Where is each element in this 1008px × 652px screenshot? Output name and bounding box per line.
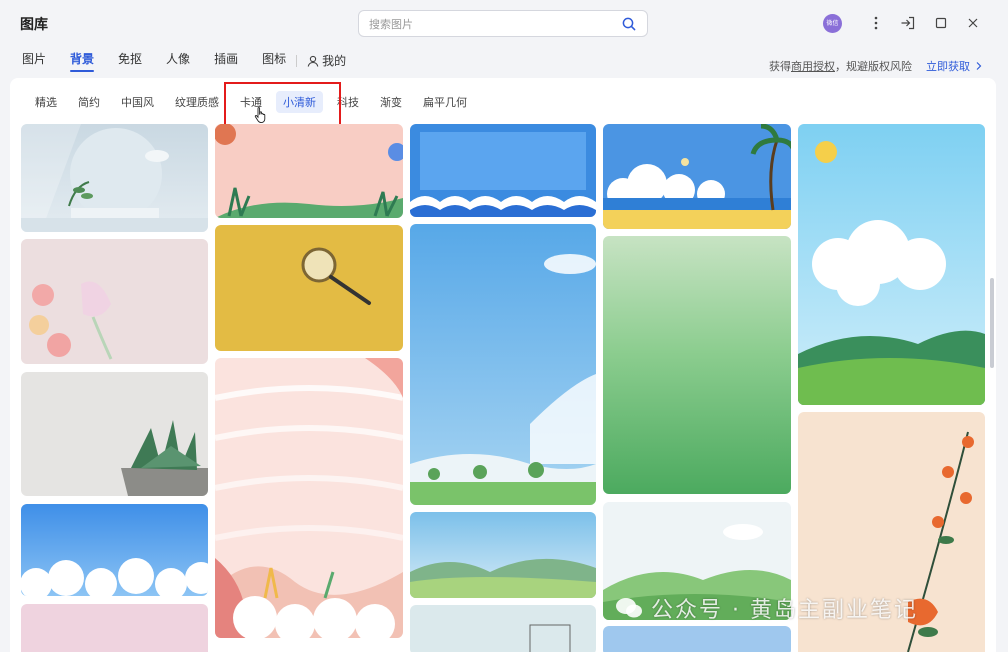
license-suffix: ，规避版权风险 [835, 60, 912, 73]
category-texture[interactable]: 纹理质感 [168, 91, 226, 113]
content-panel: 精选 简约 中国风 纹理质感 卡通 小清新 科技 渐变 扁平几何 [10, 78, 996, 652]
avatar[interactable]: 微信 [823, 14, 842, 33]
license-link[interactable]: 商用授权 [791, 58, 835, 74]
title-bar: 图库 微信 [0, 0, 1008, 46]
background-thumbnail[interactable] [21, 124, 208, 232]
sign-in-icon [901, 16, 915, 30]
background-thumbnail[interactable] [798, 124, 985, 405]
close-button[interactable] [963, 13, 983, 33]
tab-cutouts[interactable]: 免抠 [118, 50, 142, 72]
search-icon[interactable] [621, 16, 637, 32]
get-license-label: 立即获取 [926, 60, 970, 73]
search-input[interactable] [369, 15, 609, 33]
maximize-icon [935, 17, 947, 29]
license-prefix: 获得 [769, 60, 791, 73]
watermark: 公众号 · 黄岛主副业笔记 [615, 592, 918, 624]
search-box[interactable] [358, 10, 648, 37]
close-icon [968, 18, 978, 28]
tab-portraits[interactable]: 人像 [166, 50, 190, 72]
tab-divider [296, 55, 298, 67]
category-featured[interactable]: 精选 [28, 91, 64, 113]
background-thumbnail[interactable] [410, 224, 596, 505]
category-gradient[interactable]: 渐变 [373, 91, 409, 113]
chevron-right-icon [976, 62, 982, 70]
hand-cursor-icon [254, 107, 266, 124]
wechat-icon [616, 598, 642, 618]
background-thumbnail[interactable] [21, 604, 208, 652]
category-flat-geometry[interactable]: 扁平几何 [416, 91, 474, 113]
app-title: 图库 [20, 17, 48, 33]
background-thumbnail[interactable] [21, 504, 208, 596]
scrollbar[interactable] [990, 278, 994, 368]
tab-images[interactable]: 图片 [22, 50, 46, 72]
background-thumbnail[interactable] [603, 124, 791, 229]
more-menu-button[interactable] [866, 13, 886, 33]
background-thumbnail[interactable] [215, 358, 403, 638]
background-thumbnail[interactable] [410, 124, 596, 217]
get-license-link[interactable]: 立即获取 [926, 58, 984, 74]
highlight-box [224, 82, 341, 127]
background-thumbnail[interactable] [410, 605, 596, 652]
tab-backgrounds[interactable]: 背景 [70, 50, 95, 72]
background-thumbnail[interactable] [603, 626, 791, 652]
tab-mine[interactable]: 我的 [307, 50, 346, 72]
license-notice: 获得 商用授权 ，规避版权风险 立即获取 [769, 58, 984, 74]
main-tabs: 图片 背景 免抠 人像 插画 图标 我的 [22, 50, 370, 72]
pin-window-button[interactable] [898, 13, 918, 33]
background-thumbnail[interactable] [215, 124, 403, 218]
background-thumbnail[interactable] [603, 236, 791, 494]
tab-icons[interactable]: 图标 [262, 50, 286, 72]
more-vertical-icon [874, 16, 878, 30]
background-thumbnail[interactable] [215, 225, 403, 351]
background-thumbnail[interactable] [21, 239, 208, 364]
background-thumbnail[interactable] [21, 372, 208, 496]
user-icon [307, 55, 319, 67]
category-chinese-style[interactable]: 中国风 [114, 91, 161, 113]
tab-mine-label: 我的 [322, 54, 347, 68]
maximize-button[interactable] [931, 13, 951, 33]
category-simple[interactable]: 简约 [71, 91, 107, 113]
background-thumbnail[interactable] [410, 512, 596, 598]
gallery-window: 图库 微信 [0, 0, 1008, 652]
tab-illustrations[interactable]: 插画 [214, 50, 238, 72]
watermark-text: 公众号 · 黄岛主副业笔记 [651, 598, 918, 623]
